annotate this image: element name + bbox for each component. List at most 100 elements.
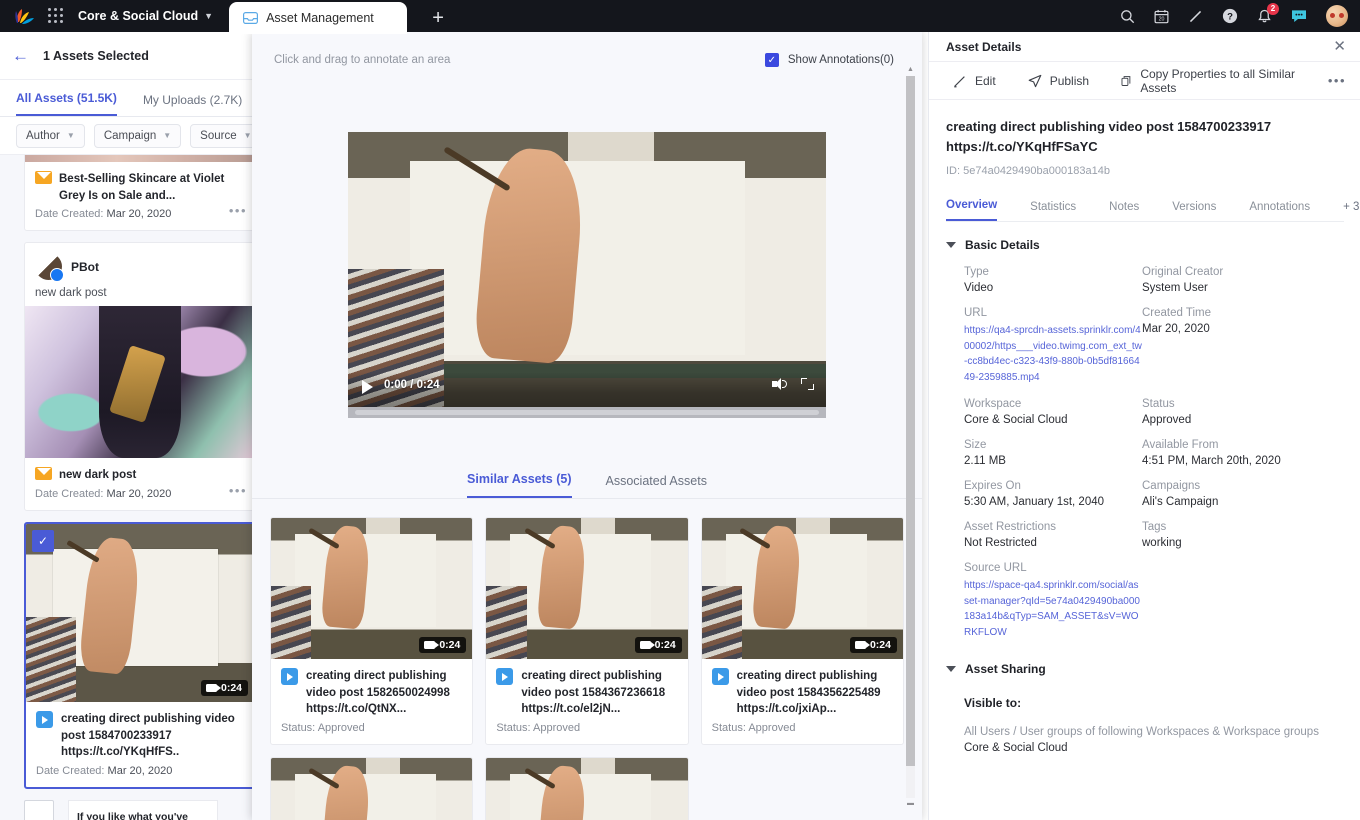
list-item-selected[interactable]: ✓ 0:24 creating direct publishing video … bbox=[24, 522, 256, 790]
field-value: System User bbox=[1142, 282, 1208, 294]
selection-header: ← 1 Assets Selected bbox=[0, 32, 268, 80]
similar-asset-card[interactable]: 0:24 creating direct publishing video po… bbox=[485, 517, 689, 746]
back-arrow-icon[interactable]: ← bbox=[12, 47, 29, 64]
edit-pencil-icon[interactable] bbox=[1188, 9, 1203, 24]
sprinklr-logo-icon[interactable] bbox=[12, 6, 38, 26]
filter-campaign[interactable]: Campaign ▼ bbox=[93, 123, 182, 148]
app-grid-icon[interactable] bbox=[48, 8, 64, 24]
list-item[interactable]: Best-Selling Skincare at Violet Grey Is … bbox=[24, 155, 256, 232]
similar-asset-card[interactable] bbox=[270, 757, 474, 820]
workspace-name[interactable]: Core & Social Cloud bbox=[78, 9, 198, 23]
asset-thumbnail[interactable] bbox=[271, 758, 473, 820]
new-tab-button[interactable]: + bbox=[415, 2, 461, 34]
scroll-down-arrow-icon[interactable]: ▬ bbox=[906, 800, 915, 808]
filter-source[interactable]: Source ▼ bbox=[190, 123, 262, 148]
similar-asset-card[interactable]: 0:24 creating direct publishing video po… bbox=[700, 517, 904, 746]
details-panel-body[interactable]: creating direct publishing video post 15… bbox=[929, 101, 1360, 820]
tab-associated-assets[interactable]: Associated Assets bbox=[606, 474, 707, 498]
list-item[interactable]: If you like what you've played and bbox=[24, 800, 256, 820]
date-created-label: Date Created: bbox=[35, 208, 104, 221]
chevron-down-icon[interactable]: ▼ bbox=[204, 11, 213, 21]
tab-overview[interactable]: Overview bbox=[946, 199, 998, 221]
modal-scrollbar[interactable]: ▲ ▬ bbox=[904, 66, 916, 808]
video-seek-bar[interactable] bbox=[348, 407, 826, 418]
field-value: Mar 20, 2020 bbox=[1142, 323, 1210, 335]
visible-to-note: All Users / User groups of following Wor… bbox=[964, 726, 1319, 738]
scroll-up-arrow-icon[interactable]: ▲ bbox=[906, 66, 915, 74]
tab-notes[interactable]: Notes bbox=[1109, 201, 1139, 221]
tab-all-assets[interactable]: All Assets (51.5K) bbox=[16, 91, 117, 116]
field-campaigns: Campaigns Ali's Campaign bbox=[1142, 480, 1344, 508]
tab-statistics[interactable]: Statistics bbox=[1030, 201, 1076, 221]
avatar[interactable] bbox=[1326, 5, 1348, 27]
email-icon bbox=[35, 171, 52, 184]
tab-annotations[interactable]: Annotations bbox=[1249, 201, 1310, 221]
asset-thumbnail[interactable] bbox=[486, 758, 688, 820]
asset-card-list[interactable]: Best-Selling Skincare at Violet Grey Is … bbox=[0, 155, 268, 820]
field-value: Ali's Campaign bbox=[1142, 496, 1219, 508]
field-value-link[interactable]: https://space-qa4.sprinklr.com/social/as… bbox=[964, 578, 1142, 640]
field-value: Core & Social Cloud bbox=[964, 414, 1068, 426]
video-camera-icon bbox=[424, 641, 440, 649]
field-type: Type Video bbox=[964, 266, 1142, 294]
asset-overflow-menu-icon[interactable]: ••• bbox=[229, 483, 247, 498]
author-name: PBot bbox=[71, 259, 99, 274]
field-key: Expires On bbox=[964, 480, 1021, 492]
tab-similar-assets[interactable]: Similar Assets (5) bbox=[467, 472, 572, 498]
asset-thumbnail[interactable] bbox=[25, 306, 255, 459]
asset-overflow-menu-icon[interactable]: ••• bbox=[229, 203, 247, 218]
asset-title: creating direct publishing video post 15… bbox=[61, 713, 235, 759]
messages-icon[interactable] bbox=[1291, 9, 1307, 23]
asset-checkbox[interactable] bbox=[24, 800, 54, 820]
related-assets-tabs: Similar Assets (5) Associated Assets bbox=[252, 472, 922, 499]
collapse-triangle-icon[interactable] bbox=[946, 242, 956, 248]
asset-thumbnail[interactable]: ✓ 0:24 bbox=[26, 524, 254, 703]
topbar-icon-group: 20 ? 2 bbox=[1120, 2, 1360, 27]
scrollbar-thumb[interactable] bbox=[906, 76, 915, 766]
tab-asset-management[interactable]: Asset Management bbox=[229, 2, 408, 34]
asset-thumbnail bbox=[25, 155, 255, 162]
search-icon[interactable] bbox=[1120, 9, 1135, 24]
asset-title: creating direct publishing video post 15… bbox=[946, 119, 1272, 154]
basic-details-section-header[interactable]: Basic Details bbox=[946, 238, 1344, 252]
field-key: Type bbox=[964, 266, 989, 278]
copy-properties-button[interactable]: Copy Properties to all Similar Assets bbox=[1121, 67, 1296, 95]
asset-thumbnail[interactable]: 0:24 bbox=[701, 518, 903, 659]
field-value: Not Restricted bbox=[964, 537, 1037, 549]
fullscreen-icon[interactable] bbox=[801, 378, 814, 390]
details-action-bar: Edit Publish Copy Properties to all Simi… bbox=[929, 62, 1360, 100]
show-annotations-checkbox[interactable]: ✓ bbox=[764, 53, 779, 67]
more-horizontal-icon[interactable]: ••• bbox=[1328, 73, 1346, 88]
volume-icon[interactable] bbox=[772, 378, 787, 390]
assets-sidebar: ← 1 Assets Selected All Assets (51.5K) M… bbox=[0, 32, 268, 820]
tab-versions[interactable]: Versions bbox=[1172, 201, 1216, 221]
svg-text:20: 20 bbox=[1159, 16, 1165, 22]
filter-campaign-label: Campaign bbox=[103, 129, 157, 142]
video-player[interactable]: 0:00 / 0:24 bbox=[348, 132, 826, 418]
similar-asset-card[interactable]: 0:24 creating direct publishing video po… bbox=[270, 517, 474, 746]
publish-button[interactable]: Publish bbox=[1028, 74, 1089, 88]
tab-my-uploads[interactable]: My Uploads (2.7K) bbox=[143, 93, 242, 116]
asset-thumbnail[interactable]: 0:24 bbox=[486, 518, 688, 659]
play-icon[interactable] bbox=[362, 380, 373, 394]
list-item[interactable]: PBot new dark post new dark post Date Cr… bbox=[24, 242, 256, 512]
similar-asset-card[interactable] bbox=[485, 757, 689, 820]
collapse-triangle-icon[interactable] bbox=[946, 666, 956, 672]
asset-thumbnail[interactable]: 0:24 bbox=[271, 518, 473, 659]
edit-button[interactable]: Edit bbox=[953, 74, 996, 88]
selected-checkbox[interactable]: ✓ bbox=[32, 530, 54, 553]
post-text: new dark post bbox=[35, 287, 107, 300]
field-value-link[interactable]: https://qa4-sprcdn-assets.sprinklr.com/4… bbox=[964, 323, 1142, 385]
asset-id: ID: 5e74a0429490ba000183a14b bbox=[946, 165, 1110, 177]
calendar-icon[interactable]: 20 bbox=[1154, 9, 1169, 24]
video-time-display: 0:00 / 0:24 bbox=[384, 379, 440, 391]
section-title: Asset Sharing bbox=[965, 662, 1046, 676]
asset-sharing-section-header[interactable]: Asset Sharing bbox=[946, 662, 1344, 676]
field-available-from: Available From 4:51 PM, March 20th, 2020 bbox=[1142, 439, 1344, 467]
more-tabs-button[interactable]: + 3 More bbox=[1343, 201, 1360, 221]
close-icon[interactable]: ✕ bbox=[1333, 39, 1346, 54]
filter-author[interactable]: Author ▼ bbox=[16, 123, 85, 148]
notifications-bell-icon[interactable]: 2 bbox=[1257, 2, 1279, 24]
help-icon[interactable]: ? bbox=[1222, 8, 1238, 24]
asset-title: Best-Selling Skincare at Violet Grey Is … bbox=[59, 173, 225, 202]
